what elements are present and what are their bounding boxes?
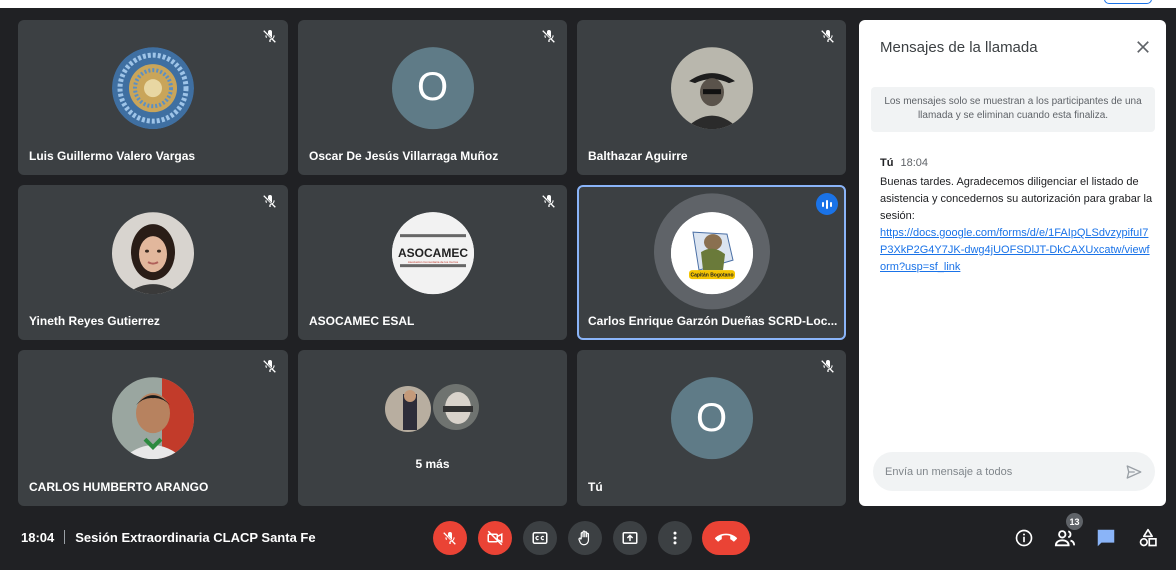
participant-tile[interactable]: O Oscar De Jesús Villarraga Muñoz	[298, 20, 567, 175]
chat-message-input[interactable]	[885, 452, 1115, 491]
participant-name: Yineth Reyes Gutierrez	[29, 314, 160, 328]
end-call-icon	[715, 533, 737, 542]
raise-hand-button[interactable]	[568, 521, 602, 555]
close-icon[interactable]	[1134, 38, 1152, 56]
participant-name: Carlos Enrique Garzón Dueñas SCRD-Loc...	[588, 314, 838, 328]
avatar: ASOCAMEC Asociación Comunitaria de los C…	[391, 211, 474, 294]
avatar-letter: O	[391, 46, 474, 129]
chat-panel: Mensajes de la llamada Los mensajes solo…	[859, 20, 1166, 506]
mic-off-icon	[821, 30, 834, 43]
top-bar	[0, 0, 1176, 8]
participant-tile-speaking[interactable]: Capitán Bogotano Carlos Enrique Garzón D…	[577, 185, 846, 340]
mic-off-icon	[542, 30, 555, 43]
meeting-time: 18:04	[21, 530, 55, 545]
present-icon	[622, 532, 638, 544]
avatar-letter: O	[670, 377, 753, 460]
chat-input-box	[873, 452, 1155, 491]
message-sender: Tú	[880, 157, 894, 169]
logo-text: ASOCAMEC	[397, 246, 467, 260]
more-options-icon	[673, 531, 677, 545]
participant-name: Oscar De Jesús Villarraga Muñoz	[309, 149, 499, 163]
mic-off-icon	[443, 532, 456, 545]
camera-toggle-button[interactable]	[478, 521, 512, 555]
message-link[interactable]: https://docs.google.com/forms/d/e/1FAIpQ…	[880, 225, 1152, 276]
message-time: 18:04	[900, 157, 929, 169]
avatar	[112, 377, 194, 460]
mic-off-icon	[263, 360, 276, 373]
avatar	[112, 46, 194, 129]
raise-hand-icon	[578, 530, 590, 546]
people-count-badge: 13	[1066, 513, 1083, 530]
participant-name: Balthazar Aguirre	[588, 149, 688, 163]
mic-off-icon	[263, 195, 276, 208]
chat-icon	[1097, 529, 1115, 547]
mic-off-icon	[542, 195, 555, 208]
more-participants-tile[interactable]: 5 más	[298, 350, 567, 506]
meeting-details-button[interactable]	[1012, 526, 1036, 550]
divider	[64, 530, 66, 544]
mic-off-icon	[263, 30, 276, 43]
participant-tile[interactable]: Luis Guillermo Valero Vargas	[18, 20, 288, 175]
speaking-indicator-icon	[816, 193, 838, 215]
mic-off-icon	[821, 360, 834, 373]
participant-name: CARLOS HUMBERTO ARANGO	[29, 480, 209, 494]
participant-name: Luis Guillermo Valero Vargas	[29, 149, 196, 163]
message-text: Buenas tardes. Agradecemos diligenciar e…	[880, 176, 1153, 222]
top-pill[interactable]	[1104, 0, 1152, 4]
captions-icon	[532, 532, 548, 544]
camera-off-icon	[487, 530, 503, 546]
activities-icon	[1139, 528, 1157, 547]
logo-subtext: Asociación Comunitaria de los Cerros	[407, 260, 458, 264]
info-icon	[1015, 529, 1033, 547]
participant-tile[interactable]: ASOCAMEC Asociación Comunitaria de los C…	[298, 185, 567, 340]
mic-toggle-button[interactable]	[433, 521, 467, 555]
participant-tile[interactable]: Balthazar Aguirre	[577, 20, 846, 175]
chat-title: Mensajes de la llamada	[880, 39, 1038, 56]
meeting-title: Sesión Extraordinaria CLACP Santa Fe	[75, 530, 316, 545]
avatar	[431, 382, 481, 432]
present-screen-button[interactable]	[613, 521, 647, 555]
send-icon[interactable]	[1125, 463, 1143, 481]
more-participants-label: 5 más	[415, 457, 450, 471]
meeting-info: 18:04 Sesión Extraordinaria CLACP Santa F…	[21, 530, 316, 545]
avatar: Capitán Bogotano	[670, 211, 753, 294]
message-header: Tú 18:04	[880, 157, 928, 169]
participant-tile-self[interactable]: O Tú	[577, 350, 846, 506]
end-call-button[interactable]	[702, 521, 750, 555]
participant-tile[interactable]: CARLOS HUMBERTO ARANGO	[18, 350, 288, 506]
participant-grid: Luis Guillermo Valero Vargas O Oscar De …	[18, 20, 846, 506]
people-icon	[1054, 530, 1076, 547]
avatar	[670, 46, 753, 129]
participant-tile[interactable]: Yineth Reyes Gutierrez	[18, 185, 288, 340]
chat-button[interactable]	[1094, 526, 1118, 550]
avatar	[112, 211, 194, 294]
participant-name: Tú	[588, 480, 603, 494]
captions-button[interactable]	[523, 521, 557, 555]
participant-name: ASOCAMEC ESAL	[309, 314, 415, 328]
chat-notice: Los mensajes solo se muestran a los part…	[871, 87, 1155, 132]
logo-text: Capitán Bogotano	[690, 272, 733, 278]
avatar	[383, 384, 433, 434]
activities-button[interactable]	[1136, 526, 1160, 550]
more-options-button[interactable]	[658, 521, 692, 555]
